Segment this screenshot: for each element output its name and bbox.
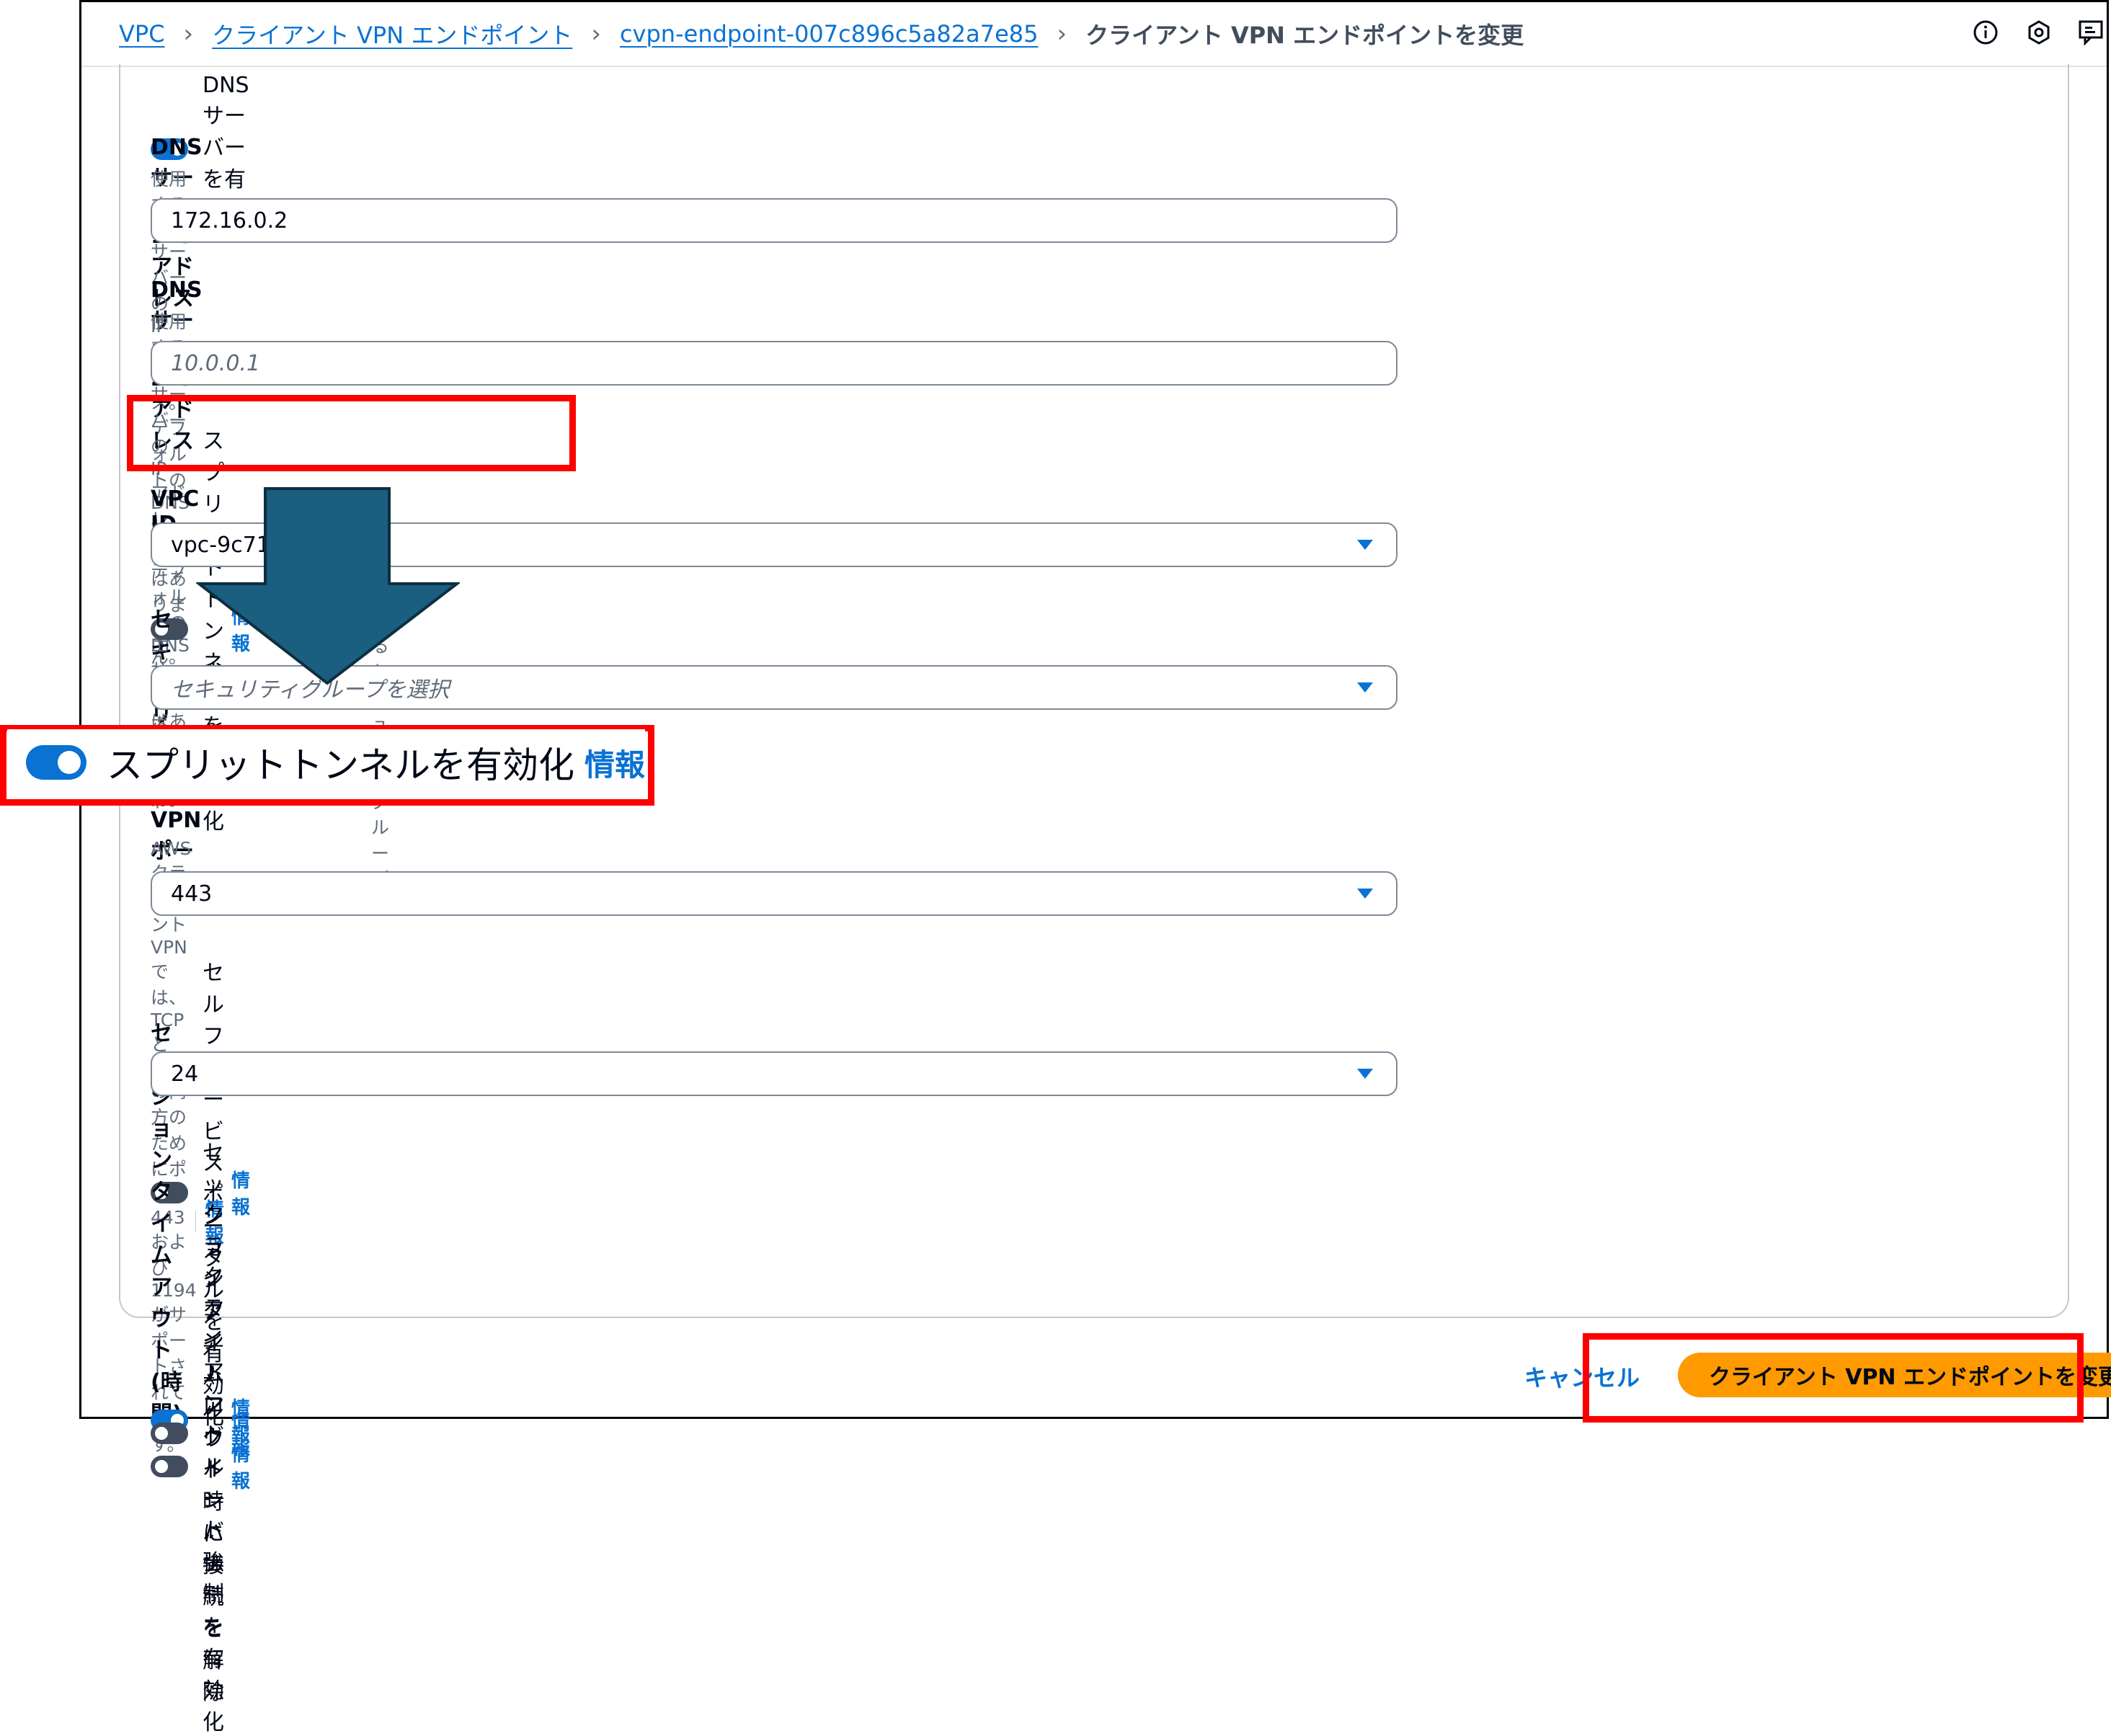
vpn-port-select[interactable]: 443 (151, 871, 1397, 916)
breadcrumb-current: クライアント VPN エンドポイントを変更 (1085, 17, 1524, 50)
feedback-icon[interactable] (2078, 18, 2107, 47)
session-timeout-select[interactable]: 24 (151, 1051, 1397, 1096)
breadcrumb-vpc[interactable]: VPC (119, 20, 165, 48)
down-arrow-annotation (196, 487, 460, 686)
session-timeout-value: 24 (171, 1061, 198, 1087)
breadcrumb-endpoint-id[interactable]: cvpn-endpoint-007c896c5a82a7e85 (620, 20, 1039, 48)
split-tunnel-enabled-label: スプリットトンネルを有効化 (107, 736, 574, 788)
route-enforcement-label: クライアントルート強制 (203, 1259, 224, 1608)
chevron-right-icon: › (591, 19, 601, 48)
window-frame: VPC › クライアント VPN エンドポイント › cvpn-endpoint… (79, 0, 2109, 1419)
caret-down-icon (1357, 540, 1373, 550)
highlight-box-split-tunnel (127, 395, 576, 471)
breadcrumb-client-vpn-endpoints[interactable]: クライアント VPN エンドポイント (212, 17, 572, 50)
dns2-input[interactable]: 10.0.0.1 (151, 341, 1397, 386)
hexagon-icon[interactable] (2025, 18, 2053, 47)
info-icon[interactable] (1971, 18, 2000, 47)
split-tunnel-enabled-info-link: 情報 (585, 741, 645, 785)
vpn-port-value: 443 (171, 881, 212, 907)
highlight-box-submit-button (1583, 1333, 2084, 1423)
route-enforcement-toggle[interactable] (151, 1423, 188, 1444)
split-tunnel-enabled-callout: スプリットトンネルを有効化 情報 (7, 729, 645, 796)
chevron-right-icon: › (184, 19, 194, 48)
breadcrumb: VPC › クライアント VPN エンドポイント › cvpn-endpoint… (119, 17, 1524, 51)
caret-down-icon (1357, 1069, 1373, 1079)
split-tunnel-enabled-toggle (26, 745, 86, 780)
top-bar: VPC › クライアント VPN エンドポイント › cvpn-endpoint… (81, 2, 2107, 67)
route-enforcement-info-link[interactable]: 情報 (231, 1407, 250, 1460)
caret-down-icon (1357, 889, 1373, 899)
chevron-right-icon: › (1057, 19, 1067, 48)
dns1-input[interactable]: 172.16.0.2 (151, 198, 1397, 243)
caret-down-icon (1357, 682, 1373, 693)
route-enforcement-toggle-row[interactable]: クライアントルート強制 情報 (151, 1259, 250, 1608)
